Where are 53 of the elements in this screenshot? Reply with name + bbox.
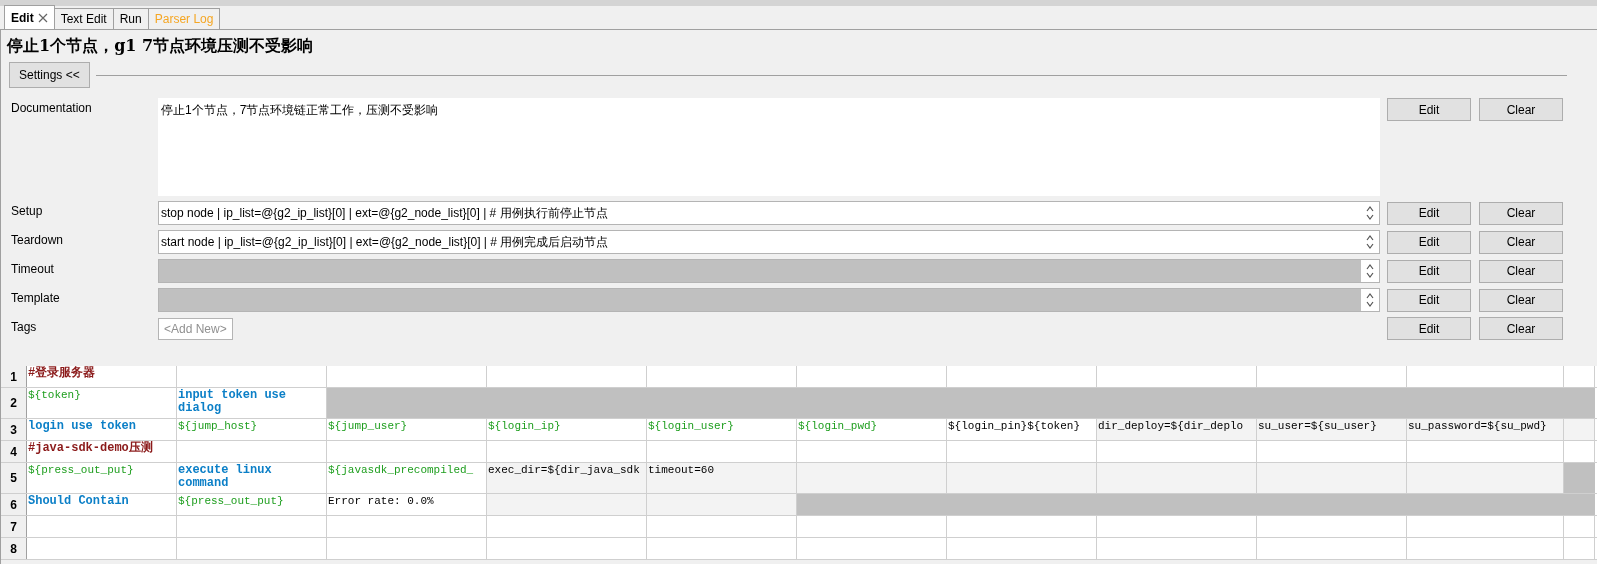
table-cell: ${login_ip} <box>487 419 647 440</box>
row-number: 4 <box>1 441 27 462</box>
edit-button[interactable]: Edit <box>1387 317 1471 340</box>
settings-toggle-button[interactable]: Settings << <box>9 62 90 88</box>
edit-button[interactable]: Edit <box>1387 201 1471 225</box>
table-cell: ${login_pwd} <box>797 419 947 440</box>
setting-field[interactable]: stop node | ip_list=@{g2_ip_list}[0] | ext=@{g2_node_list}[0] | # 用例执行前停止节点 <box>158 201 1380 225</box>
table-cell: #java-sdk-demo压测 <box>27 441 177 462</box>
setting-label: Setup <box>11 203 44 220</box>
setting-label: Template <box>11 290 61 307</box>
clear-button[interactable]: Clear <box>1479 98 1563 121</box>
table-cell: timeout=60 <box>647 463 797 493</box>
table-cell: su_user=${su_user} <box>1257 419 1407 440</box>
table-cell: ${token} <box>27 388 177 418</box>
edit-button[interactable]: Edit <box>1387 98 1471 121</box>
table-cell: dir_deploy=${dir_deplo <box>1097 419 1257 440</box>
row-number: 7 <box>1 516 27 537</box>
table-cell: login use token <box>27 419 177 440</box>
spinner-arrows-icon[interactable] <box>1364 204 1376 222</box>
row-number: 2 <box>1 388 27 418</box>
table-cell: Error rate: 0.0% <box>327 494 487 515</box>
table-cell: ${javasdk_precompiled_ <box>327 463 487 493</box>
table-cell: ${jump_host} <box>177 419 327 440</box>
table-cell: ${press_out_put} <box>177 494 327 515</box>
setting-label: Tags <box>11 319 38 336</box>
table-cell: ${login_pin}${token} <box>947 419 1097 440</box>
row-number: 6 <box>1 494 27 515</box>
row-number: 1 <box>1 366 27 387</box>
close-icon[interactable] <box>37 12 48 23</box>
row-number: 3 <box>1 419 27 440</box>
clear-button[interactable]: Clear <box>1479 317 1563 340</box>
table-cell: input token use dialog <box>177 388 327 418</box>
setting-field[interactable]: start node | ip_list=@{g2_ip_list}[0] | ext=@{g2_node_list}[0] | # 用例完成后启动节点 <box>158 230 1380 254</box>
table-cell: exec_dir=${dir_java_sdk <box>487 463 647 493</box>
edit-button[interactable]: Edit <box>1387 230 1471 254</box>
row-number: 8 <box>1 538 27 559</box>
table-cell: ${press_out_put} <box>27 463 177 493</box>
setting-label: Timeout <box>11 261 55 278</box>
row-number: 5 <box>1 463 27 493</box>
documentation-field[interactable]: 停止1个节点，7节点环境链正常工作，压测不受影响 <box>158 98 1380 196</box>
setting-label: Documentation <box>11 100 93 117</box>
spinner-arrows-icon[interactable] <box>1364 233 1376 251</box>
table-cell: execute linux command <box>177 463 327 493</box>
clear-button[interactable]: Clear <box>1479 230 1563 254</box>
table-cell: #登录服务器 <box>27 366 177 387</box>
table-cell: ${login_user} <box>647 419 797 440</box>
table-cell: ${jump_user} <box>327 419 487 440</box>
table-cell: su_password=${su_pwd} <box>1407 419 1564 440</box>
setting-label: Teardown <box>11 232 65 249</box>
clear-button[interactable]: Clear <box>1479 201 1563 225</box>
tab[interactable]: Edit <box>4 5 55 29</box>
table-cell: Should Contain <box>27 494 177 515</box>
page-title: 停止1个节点，g1 7节点环境压测不受影响 <box>5 35 315 56</box>
